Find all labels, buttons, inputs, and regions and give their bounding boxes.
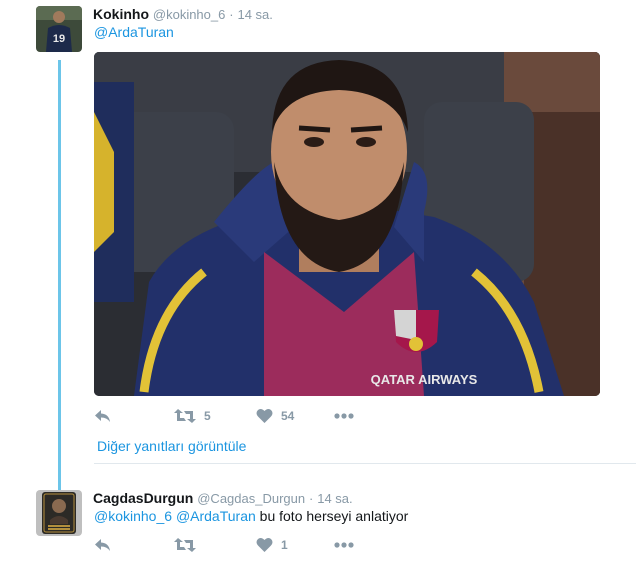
tweet1-fullname[interactable]: Kokinho [93, 6, 149, 22]
tweet2-like-count: 1 [281, 538, 288, 552]
retweet-icon [174, 538, 196, 552]
cagdasdurgun-avatar[interactable] [36, 490, 82, 536]
tweet2-separator: · [309, 491, 314, 506]
tweet1-timestamp[interactable]: 14 sa. [237, 7, 272, 22]
more-icon [334, 413, 354, 419]
tweet1-like-count: 54 [281, 409, 295, 423]
tweet2-like-button[interactable]: 1 [256, 537, 288, 553]
tweet1-more-button[interactable] [334, 413, 354, 419]
tweet2-handle[interactable]: @Cagdas_Durgun [197, 491, 305, 506]
retweet-icon [174, 409, 196, 423]
tweet2-more-button[interactable] [334, 542, 354, 548]
tweet-divider [94, 463, 636, 464]
conversation-thread-line [58, 60, 61, 490]
tweet2-timestamp[interactable]: 14 sa. [317, 491, 352, 506]
jersey-number: 19 [53, 33, 65, 45]
reply-icon [95, 539, 110, 551]
tweet1-text: @ArdaTuran [94, 22, 174, 42]
show-more-replies-link[interactable]: Diğer yanıtları görüntüle [97, 438, 246, 454]
tweet2-retweet-button[interactable] [174, 537, 196, 553]
heart-icon [256, 537, 273, 552]
photo-sponsor-lettering: QATAR AIRWAYS [371, 372, 478, 387]
tweet1-separator: · [229, 7, 234, 22]
tweet1-like-button[interactable]: 54 [256, 408, 294, 424]
tweet1-retweet-button[interactable]: 5 [174, 408, 211, 424]
more-icon [334, 542, 354, 548]
tweet1-mention-ardaturan[interactable]: @ArdaTuran [94, 24, 174, 40]
tweet2-fullname[interactable]: CagdasDurgun [93, 490, 193, 506]
reply-icon [95, 410, 110, 422]
tweet2-mention-ardaturan[interactable]: @ArdaTuran [176, 508, 256, 524]
heart-icon [256, 408, 273, 423]
kokinho-avatar[interactable]: 19 [36, 6, 82, 52]
tweet1-reply-button[interactable] [94, 408, 112, 424]
tweet1-handle[interactable]: @kokinho_6 [153, 7, 225, 22]
tweet2-body-text: bu foto herseyi anlatiyor [259, 508, 409, 524]
tweet2-reply-button[interactable] [94, 537, 112, 553]
tweet1-retweet-count: 5 [204, 409, 211, 423]
tweet2-mention-kokinho[interactable]: @kokinho_6 [94, 508, 172, 524]
tweet2-text: @kokinho_6 @ArdaTuran bu foto herseyi an… [94, 506, 408, 526]
tweet1-photo[interactable]: QATAR AIRWAYS [94, 52, 600, 396]
